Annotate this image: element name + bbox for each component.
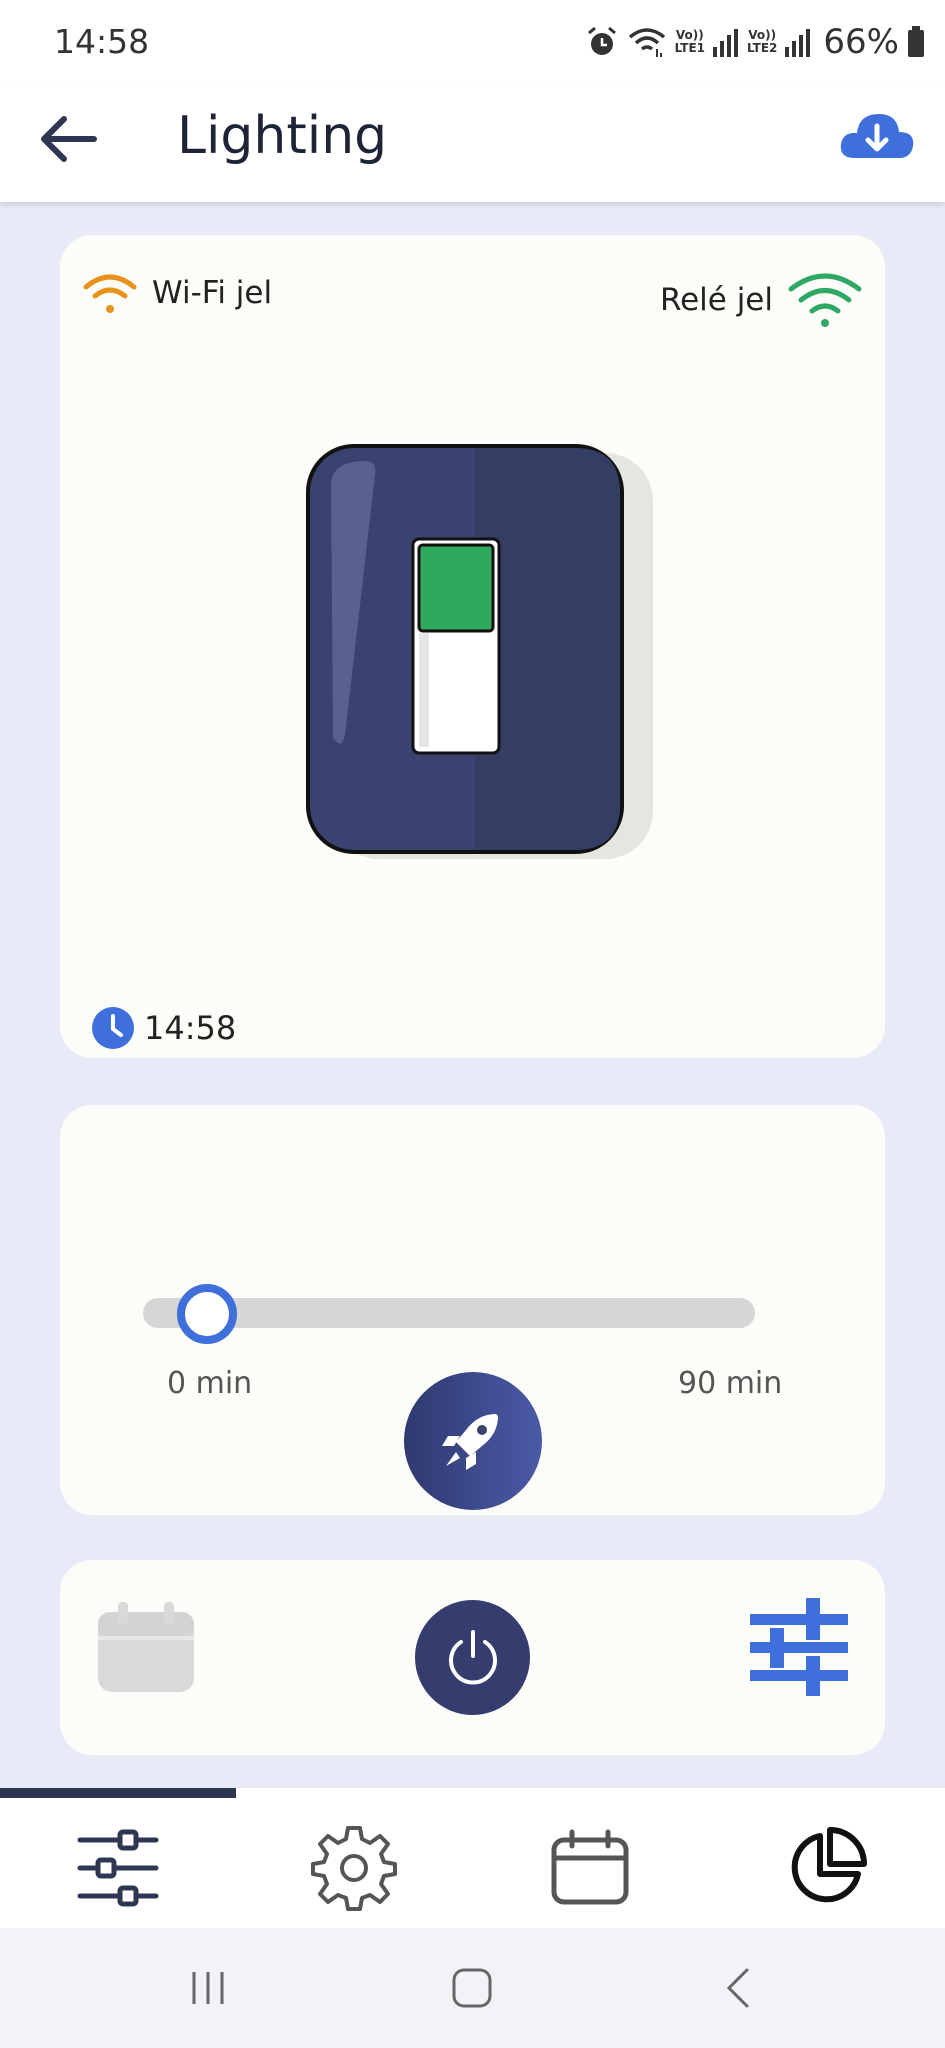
boost-button[interactable] xyxy=(404,1372,542,1510)
back-icon xyxy=(726,1968,749,2008)
page-title: Lighting xyxy=(177,106,388,166)
volte-icon: Vo)) LTE1 xyxy=(674,28,706,55)
cloud-download-icon xyxy=(840,114,914,158)
back-button[interactable] xyxy=(34,109,104,169)
wifi-signal: Wi-Fi jel xyxy=(82,271,272,315)
status-bar: 14:58 Vo)) LTE1 Vo)) LTE2 66% xyxy=(0,0,945,84)
battery-percent: 66% xyxy=(823,22,899,62)
arrow-left-icon xyxy=(41,116,97,162)
cloud-download-button[interactable] xyxy=(837,106,917,166)
lte1-label: LTE1 xyxy=(674,41,706,55)
slider-min-label: 0 min xyxy=(167,1366,253,1401)
calendar-icon xyxy=(551,1829,629,1905)
device-time: 14:58 xyxy=(144,1009,237,1047)
active-tab-indicator xyxy=(0,1788,236,1798)
home-button[interactable] xyxy=(432,1958,512,2018)
system-back-button[interactable] xyxy=(698,1958,778,2018)
light-switch-icon xyxy=(306,444,653,859)
wifi-signal-label: Wi-Fi jel xyxy=(152,275,273,311)
slider-max-label: 90 min xyxy=(678,1366,783,1401)
relay-signal-icon xyxy=(788,273,862,327)
pie-chart-icon xyxy=(791,1827,867,1903)
nav-statistics[interactable] xyxy=(708,1818,944,1918)
recents-icon xyxy=(192,1972,224,2004)
wifi-icon xyxy=(628,28,665,57)
volte-icon: Vo)) LTE2 xyxy=(747,28,778,55)
slider-thumb[interactable] xyxy=(177,1284,237,1344)
signal-icon xyxy=(713,29,739,57)
signal-icon xyxy=(785,29,811,57)
relay-signal: Relé jel xyxy=(660,271,863,329)
light-switch-toggle[interactable] xyxy=(305,443,655,873)
rocket-icon xyxy=(442,1414,498,1470)
status-icons: Vo)) LTE1 Vo)) LTE2 66% xyxy=(585,18,925,66)
nav-schedule[interactable] xyxy=(472,1818,708,1918)
nav-settings[interactable] xyxy=(236,1818,472,1918)
lte2-label: LTE2 xyxy=(747,41,778,55)
app-bar: Lighting xyxy=(0,84,945,202)
gear-icon xyxy=(311,1826,397,1911)
schedule-button[interactable] xyxy=(96,1600,196,1695)
device-clock: 14:58 xyxy=(92,1007,236,1049)
power-icon xyxy=(448,1629,497,1684)
wifi-signal-icon xyxy=(83,274,137,313)
clock-icon xyxy=(92,1007,134,1049)
sliders-icon xyxy=(77,1829,159,1907)
alarm-icon xyxy=(587,26,616,55)
bottom-navigation xyxy=(0,1788,945,1928)
device-card: Wi-Fi jel Relé jel 14:58 xyxy=(60,235,885,1058)
settings-sliders-button[interactable] xyxy=(746,1594,852,1700)
sliders-icon xyxy=(750,1598,848,1696)
home-icon xyxy=(452,1968,492,2008)
system-navigation-bar xyxy=(0,1928,945,2048)
nav-controls[interactable] xyxy=(0,1818,236,1918)
power-button[interactable] xyxy=(415,1600,530,1715)
battery-icon xyxy=(908,26,924,57)
recents-button[interactable] xyxy=(168,1958,248,2018)
calendar-icon xyxy=(98,1602,194,1692)
timer-slider[interactable] xyxy=(143,1280,763,1344)
relay-signal-label: Relé jel xyxy=(659,282,773,318)
status-time: 14:58 xyxy=(54,22,150,61)
